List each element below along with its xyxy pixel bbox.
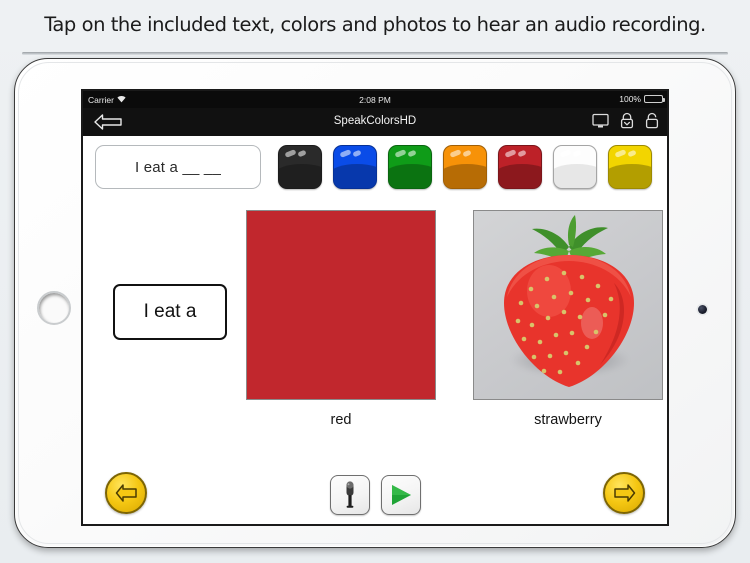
status-bar-clock: 2:08 PM bbox=[359, 94, 391, 105]
swatch-black[interactable] bbox=[278, 145, 322, 189]
caption-divider bbox=[22, 52, 728, 55]
record-audio-button[interactable] bbox=[329, 475, 370, 515]
tablet-device-frame: Carrier 2:08 PM 100% SpeakColorsHD I eat… bbox=[14, 58, 736, 548]
unlock-icon[interactable] bbox=[645, 112, 659, 134]
phrase-card[interactable]: I eat a bbox=[113, 284, 227, 340]
swatch-yellow[interactable] bbox=[608, 145, 652, 189]
color-palette-row: I eat a __ __ bbox=[83, 136, 667, 198]
swatch-list bbox=[278, 145, 652, 189]
sentence-strip-input[interactable]: I eat a __ __ bbox=[95, 145, 261, 189]
swatch-blue[interactable] bbox=[333, 145, 377, 189]
play-audio-button[interactable] bbox=[380, 475, 421, 515]
swatch-white[interactable] bbox=[553, 145, 597, 189]
nav-bar-icons bbox=[592, 112, 659, 134]
caption-text: Tap on the included text, colors and pho… bbox=[44, 13, 706, 36]
content-area: I eat a red strawberry bbox=[83, 198, 667, 483]
home-button[interactable] bbox=[37, 291, 71, 325]
battery-percent-label: 100% bbox=[619, 94, 641, 104]
tablet-screen: Carrier 2:08 PM 100% SpeakColorsHD I eat… bbox=[81, 89, 669, 526]
color-label: red bbox=[330, 412, 352, 428]
bottom-toolbar bbox=[83, 464, 667, 524]
microphone-icon bbox=[345, 481, 354, 508]
photo-label: strawberry bbox=[534, 412, 602, 428]
play-icon bbox=[391, 485, 411, 505]
battery-full-icon bbox=[644, 94, 665, 104]
swatch-orange[interactable] bbox=[443, 145, 487, 189]
ios-status-bar: Carrier 2:08 PM 100% bbox=[83, 91, 667, 108]
display-icon[interactable] bbox=[592, 113, 609, 134]
color-swatch-card[interactable]: red bbox=[246, 210, 436, 428]
strawberry-photo[interactable] bbox=[473, 210, 663, 400]
swatch-red[interactable] bbox=[498, 145, 542, 189]
lock-down-icon[interactable] bbox=[620, 112, 634, 134]
status-bar-right: 100% bbox=[619, 94, 665, 104]
color-tile[interactable] bbox=[246, 210, 436, 400]
media-button-group bbox=[83, 475, 667, 515]
app-nav-bar: SpeakColorsHD bbox=[83, 108, 667, 136]
caption-banner: Tap on the included text, colors and pho… bbox=[0, 0, 750, 52]
app-title: SpeakColorsHD bbox=[333, 115, 417, 127]
swatch-green[interactable] bbox=[388, 145, 432, 189]
front-camera-icon bbox=[698, 305, 707, 314]
next-page-button[interactable] bbox=[603, 472, 645, 514]
right-arrow-icon bbox=[613, 484, 635, 502]
photo-card[interactable]: strawberry bbox=[473, 210, 663, 428]
